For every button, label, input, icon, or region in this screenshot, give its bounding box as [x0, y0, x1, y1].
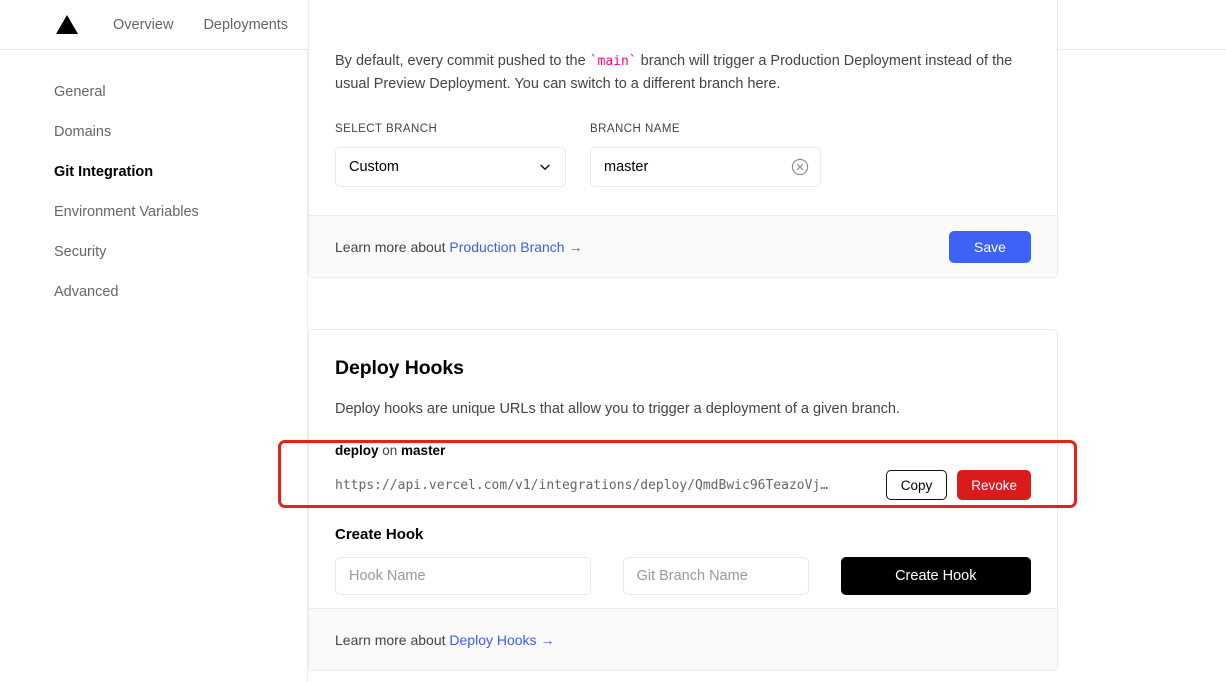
- sidebar-item-general[interactable]: General: [0, 72, 307, 112]
- branch-name-field: BRANCH NAME master: [590, 123, 821, 187]
- deploy-hook-on-text: on: [378, 443, 402, 459]
- create-hook-row: Create Hook: [335, 557, 1031, 596]
- app-window: Overview Deployments Settings General Do…: [0, 0, 1226, 682]
- production-branch-description-part1: By default, every commit pushed to the: [335, 53, 590, 69]
- production-branch-code-main: `main`: [589, 54, 637, 69]
- production-branch-card-body: By default, every commit pushed to the `…: [309, 0, 1057, 187]
- vercel-triangle-logo-icon[interactable]: [54, 0, 80, 49]
- production-branch-description: By default, every commit pushed to the `…: [335, 50, 1025, 97]
- sidebar-item-git-integration[interactable]: Git Integration: [0, 152, 307, 192]
- create-hook-title: Create Hook: [335, 526, 424, 544]
- tab-overview-label: Overview: [113, 16, 174, 33]
- deploy-hook-url-line: https://api.vercel.com/v1/integrations/d…: [335, 470, 1031, 501]
- production-branch-learn-more: Learn more about Production Branch →: [335, 239, 582, 255]
- sidebar-item-domains-label: Domains: [54, 124, 112, 140]
- git-branch-name-input[interactable]: [622, 557, 809, 596]
- deploy-hooks-title: Deploy Hooks: [335, 357, 464, 379]
- sidebar-item-git-integration-label: Git Integration: [54, 164, 154, 180]
- branch-name-label: BRANCH NAME: [590, 122, 681, 135]
- sidebar-item-environment-variables[interactable]: Environment Variables: [0, 192, 307, 232]
- deploy-hooks-learn-more-prefix: Learn more about: [335, 631, 450, 648]
- sidebar-item-general-label: General: [54, 84, 106, 100]
- deploy-hook-actions: Copy Revoke: [885, 470, 1031, 501]
- sidebar-item-advanced[interactable]: Advanced: [0, 272, 307, 312]
- sidebar-item-security-label: Security: [54, 244, 107, 260]
- sidebar-item-domains[interactable]: Domains: [0, 112, 307, 152]
- hook-name-input[interactable]: [335, 557, 591, 596]
- tab-deployments[interactable]: Deployments: [188, 0, 303, 49]
- deploy-hooks-doc-link[interactable]: Deploy Hooks →: [449, 632, 554, 648]
- sidebar-item-environment-variables-label: Environment Variables: [54, 204, 199, 220]
- deploy-hooks-card: Deploy Hooks Deploy hooks are unique URL…: [308, 329, 1058, 671]
- production-branch-doc-link[interactable]: Production Branch →: [449, 239, 582, 255]
- create-hook-button[interactable]: Create Hook: [840, 557, 1031, 596]
- save-button[interactable]: Save: [949, 230, 1031, 263]
- sidebar-item-advanced-label: Advanced: [54, 284, 119, 300]
- tab-overview[interactable]: Overview: [98, 0, 188, 49]
- production-branch-learn-more-prefix: Learn more about: [335, 238, 450, 255]
- deploy-hooks-card-body: Deploy Hooks Deploy hooks are unique URL…: [309, 330, 1057, 596]
- sidebar-item-security[interactable]: Security: [0, 232, 307, 272]
- production-branch-card-footer: Learn more about Production Branch → Sav…: [309, 215, 1057, 277]
- deploy-hooks-learn-more: Learn more about Deploy Hooks →: [335, 632, 554, 648]
- settings-content: By default, every commit pushed to the `…: [308, 0, 1226, 682]
- branch-name-value: master: [604, 158, 649, 175]
- revoke-button[interactable]: Revoke: [957, 470, 1031, 501]
- page-body: General Domains Git Integration Environm…: [0, 0, 1226, 682]
- select-branch-value: Custom: [349, 158, 399, 175]
- production-branch-card: By default, every commit pushed to the `…: [308, 0, 1058, 278]
- deploy-hook-branch: master: [401, 443, 446, 459]
- select-branch-dropdown[interactable]: Custom: [335, 146, 566, 187]
- select-branch-field: SELECT BRANCH Custom: [335, 123, 566, 187]
- clear-circle-x-icon[interactable]: [791, 158, 809, 176]
- deploy-hooks-description: Deploy hooks are unique URLs that allow …: [335, 401, 901, 417]
- select-branch-label: SELECT BRANCH: [335, 122, 438, 135]
- chevron-down-icon: [537, 159, 553, 175]
- deploy-hook-title: deploy on master: [335, 443, 1031, 458]
- copy-button[interactable]: Copy: [885, 470, 948, 501]
- tab-deployments-label: Deployments: [203, 16, 289, 33]
- branch-fields-row: SELECT BRANCH Custom BRANCH NAME master: [335, 123, 1031, 187]
- branch-name-input[interactable]: master: [590, 146, 821, 187]
- deploy-hook-name: deploy: [335, 443, 379, 459]
- settings-sidebar: General Domains Git Integration Environm…: [0, 50, 308, 682]
- deploy-hooks-card-footer: Learn more about Deploy Hooks →: [309, 608, 1057, 670]
- deploy-hook-row: deploy on master https://api.vercel.com/…: [335, 443, 1031, 501]
- deploy-hook-url: https://api.vercel.com/v1/integrations/d…: [335, 477, 829, 493]
